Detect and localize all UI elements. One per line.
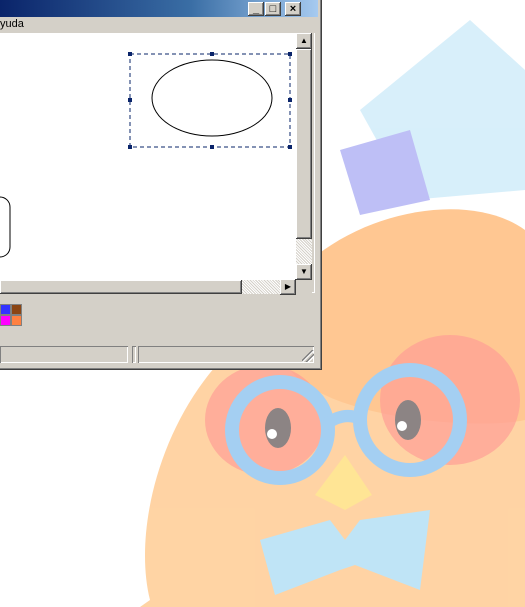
status-panel-separator (132, 346, 136, 363)
resize-grip[interactable] (302, 350, 314, 362)
color-swatch[interactable] (0, 315, 11, 326)
vertical-scroll-thumb[interactable] (296, 49, 312, 239)
ellipse-shape[interactable] (151, 59, 273, 137)
resize-handle[interactable] (128, 52, 132, 56)
resize-handle[interactable] (210, 52, 214, 56)
drawing-canvas[interactable] (0, 33, 296, 280)
paint-window: _ □ × yuda ▲ ▼ ▶ (0, 0, 322, 370)
status-panel-main (0, 346, 128, 363)
minimize-button[interactable]: _ (248, 2, 264, 16)
rounded-rectangle-shape[interactable] (0, 196, 11, 258)
color-swatch[interactable] (0, 304, 11, 315)
resize-handle[interactable] (128, 98, 132, 102)
horizontal-scrollbar[interactable]: ▶ (0, 279, 296, 295)
scroll-down-button[interactable]: ▼ (296, 264, 312, 280)
maximize-button[interactable]: □ (265, 2, 281, 16)
scroll-up-button[interactable]: ▲ (296, 33, 312, 49)
close-button[interactable]: × (285, 2, 301, 16)
status-panel-coordinates (138, 346, 314, 363)
canvas-drawing (0, 52, 292, 258)
status-bar (0, 344, 318, 366)
mascot-eye-right (395, 400, 421, 440)
scroll-right-button[interactable]: ▶ (280, 279, 296, 295)
resize-handle[interactable] (288, 52, 292, 56)
color-palette (0, 296, 318, 341)
menu-help[interactable]: yuda (0, 18, 24, 30)
canvas-frame: ▲ ▼ ▶ (0, 33, 315, 295)
mascot-eye-left (265, 408, 291, 448)
menu-bar: yuda (0, 17, 318, 33)
vertical-scrollbar[interactable]: ▲ ▼ (296, 33, 312, 280)
horizontal-scroll-track[interactable] (242, 280, 280, 294)
resize-handle[interactable] (210, 145, 214, 149)
title-bar[interactable]: _ □ × (0, 0, 318, 17)
selection-rectangle[interactable] (129, 53, 291, 148)
resize-handle[interactable] (288, 145, 292, 149)
resize-handle[interactable] (128, 145, 132, 149)
horizontal-scroll-thumb[interactable] (0, 280, 242, 294)
scrollbar-corner (296, 280, 312, 294)
resize-handle[interactable] (288, 98, 292, 102)
color-swatch[interactable] (11, 315, 22, 326)
color-swatch[interactable] (11, 304, 22, 315)
